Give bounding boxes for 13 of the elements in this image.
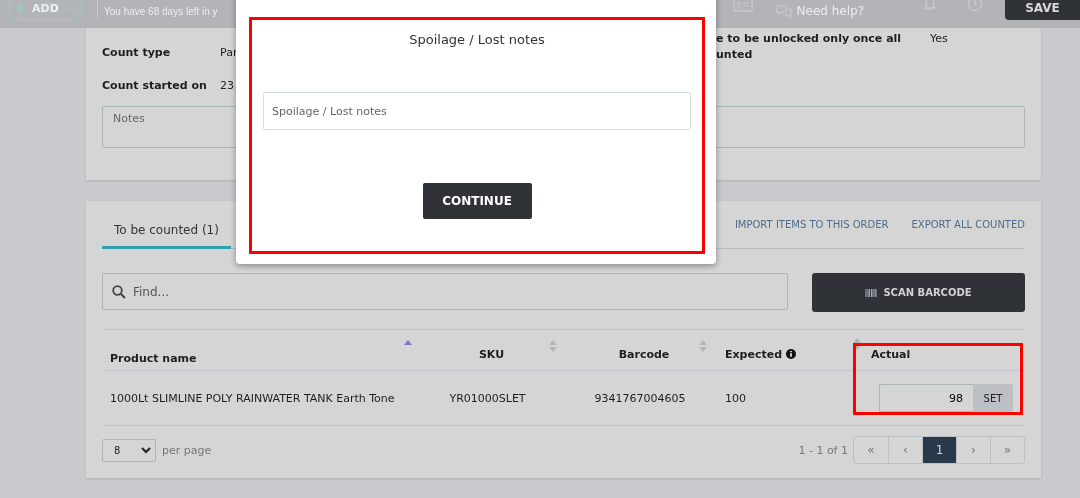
- field-label: Count started on: [102, 78, 208, 94]
- field-label: e to be unlocked only once all unted: [716, 31, 903, 63]
- table-cell-text: 100: [724, 390, 747, 407]
- per-page-label: per page: [162, 443, 212, 457]
- table-cell-text: 1000Lt SLIMLINE POLY RAINWATER TANK Earth Tone: [109, 390, 396, 407]
- table-cell-text: 9341767004605: [593, 390, 687, 407]
- field-value: 23: [220, 78, 235, 94]
- modal-title: Spoilage / Lost notes: [409, 32, 545, 47]
- page-range: 1 - 1 of 1: [798, 443, 848, 457]
- field-value: Par: [220, 45, 239, 61]
- field-value: Yes: [930, 31, 949, 47]
- table-cell-text: YR01000SLET: [448, 390, 527, 407]
- field-label: Count type: [102, 45, 172, 61]
